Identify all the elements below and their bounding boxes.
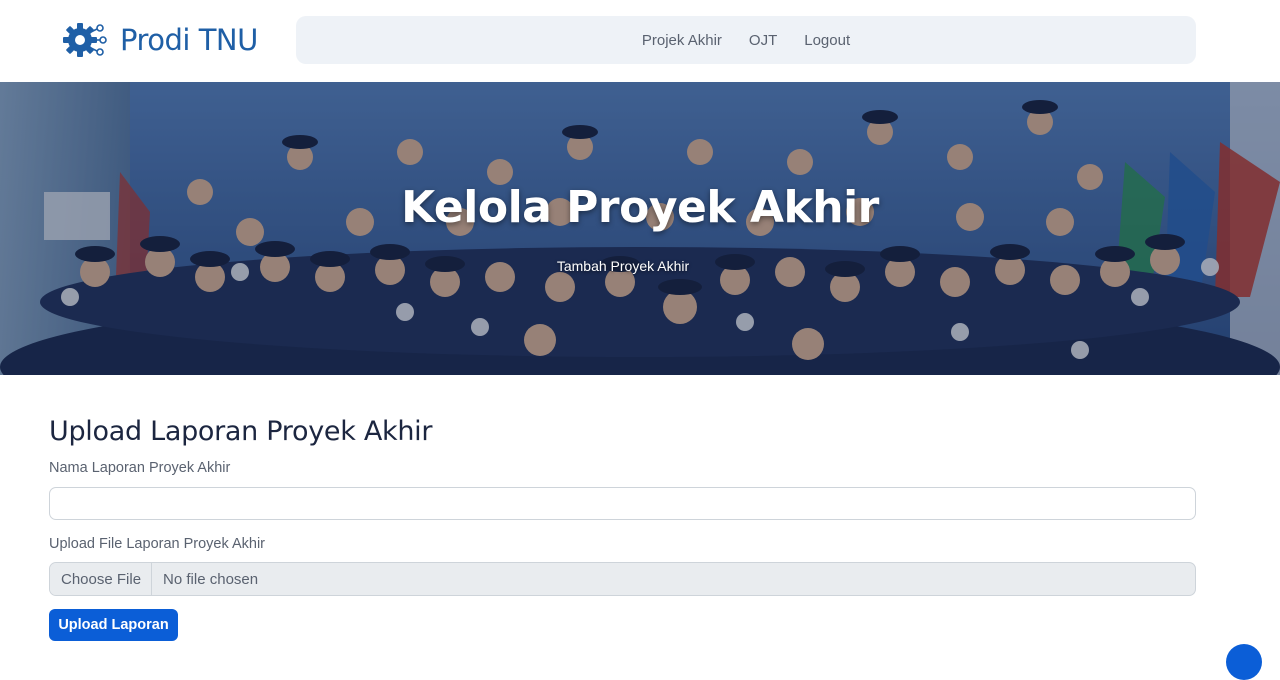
brand-name: Prodi TNU [120, 23, 258, 57]
file-status-text: No file chosen [163, 570, 259, 588]
hero-banner: Kelola Proyek Akhir Tambah Proyek Akhir [0, 82, 1280, 375]
hero-subtitle: Tambah Proyek Akhir [556, 258, 690, 274]
gear-icon [63, 23, 107, 57]
back-to-top-button[interactable] [1226, 644, 1262, 680]
report-name-input[interactable] [49, 487, 1196, 520]
site-header: Prodi TNU Projek Akhir OJT Logout [0, 0, 1280, 82]
nav-link-ojt[interactable]: OJT [749, 32, 777, 49]
nav-link-projek-akhir[interactable]: Projek Akhir [642, 32, 722, 49]
hero-title: Kelola Proyek Akhir [401, 182, 879, 233]
report-name-label: Nama Laporan Proyek Akhir [49, 460, 231, 476]
form-heading: Upload Laporan Proyek Akhir [49, 416, 433, 447]
main-navbar: Projek Akhir OJT Logout [296, 16, 1196, 64]
upload-form: Upload Laporan Proyek Akhir Nama Laporan… [49, 416, 1196, 641]
report-file-label: Upload File Laporan Proyek Akhir [49, 536, 266, 552]
upload-report-button[interactable]: Upload Laporan [49, 609, 178, 641]
nav-link-logout[interactable]: Logout [804, 32, 850, 49]
choose-file-button[interactable]: Choose File [50, 563, 153, 595]
brand-link[interactable]: Prodi TNU [60, 18, 258, 62]
report-file-input[interactable]: Choose File No file chosen [49, 562, 1196, 596]
